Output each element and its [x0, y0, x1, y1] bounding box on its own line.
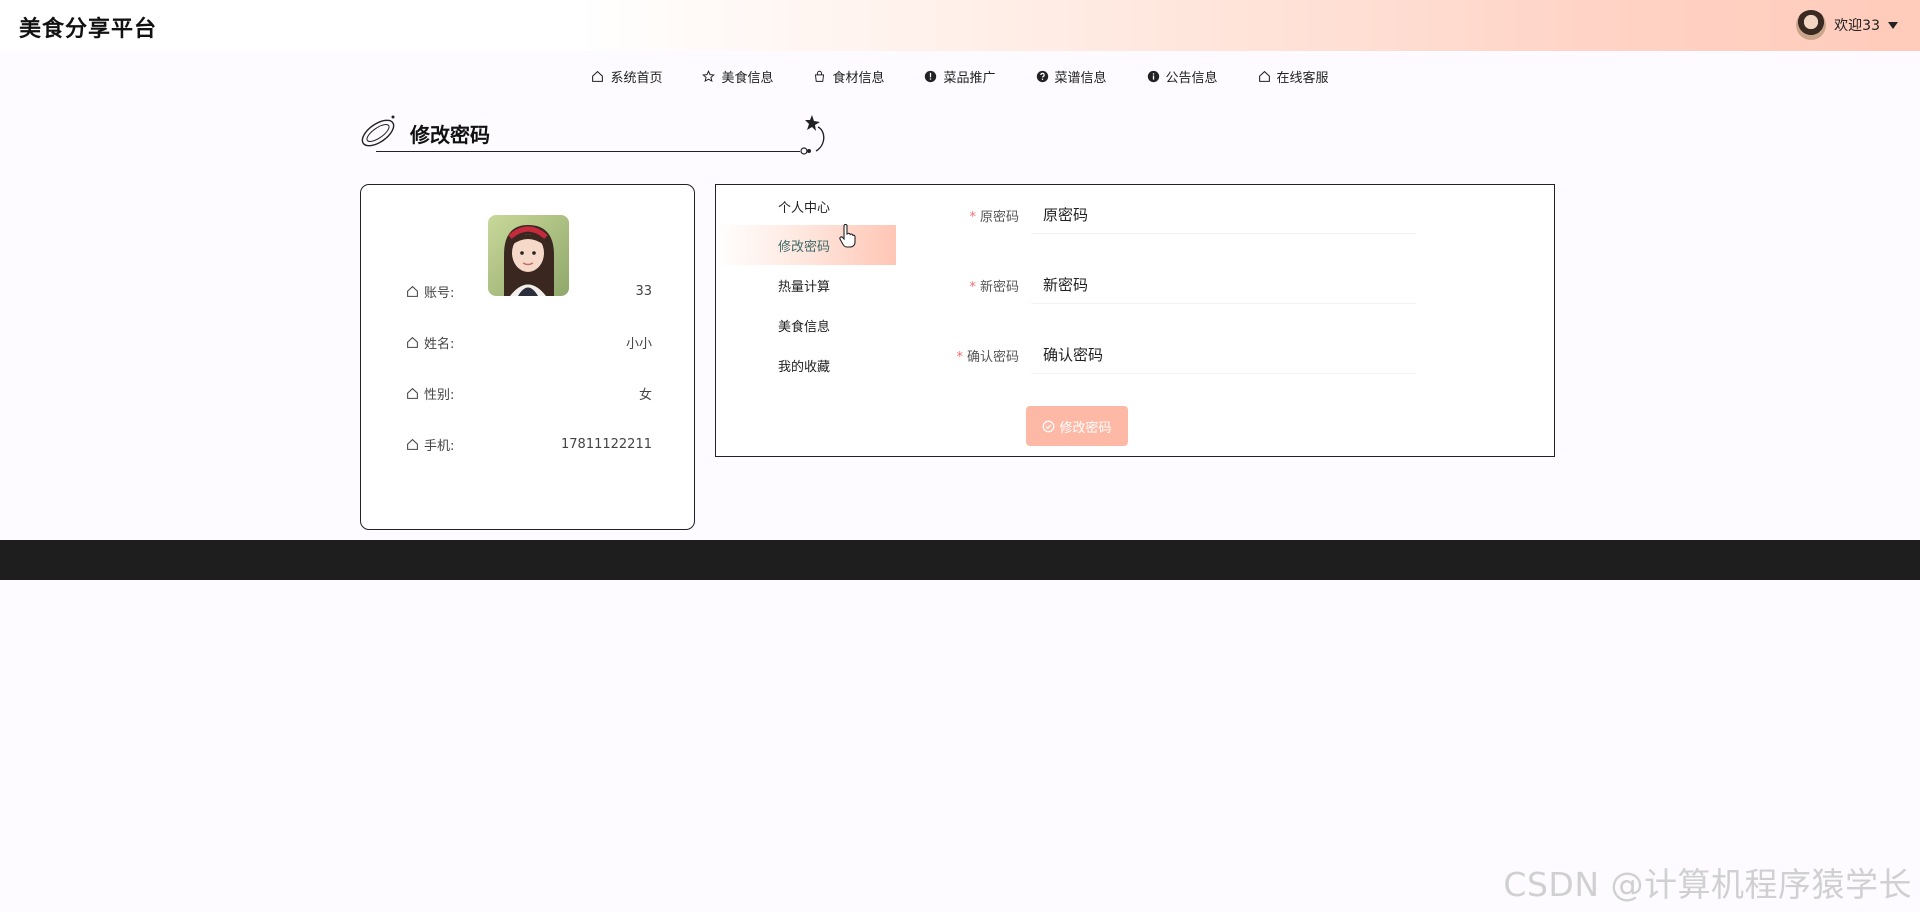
info-row-name: 姓名: 小小	[406, 332, 652, 352]
info-circle-icon	[1147, 70, 1159, 82]
hand-cursor-icon	[839, 224, 856, 248]
home-icon	[407, 387, 418, 399]
gender-value: 女	[638, 387, 652, 403]
alert-circle-icon	[925, 70, 937, 82]
sparkle-decoration-icon	[800, 115, 825, 155]
nav-item-announcements[interactable]: 公告信息	[1127, 64, 1238, 88]
info-row-phone: 手机: 17811122211	[406, 434, 652, 454]
side-item-food-info[interactable]: 美食信息	[716, 305, 896, 345]
bag-icon	[815, 70, 825, 82]
gender-label: 性别:	[424, 387, 455, 403]
info-row-account: 账号: 33	[406, 281, 652, 301]
nav-item-support[interactable]: 在线客服	[1238, 64, 1349, 88]
info-row-gender: 性别: 女	[406, 383, 652, 403]
nav-item-label: 在线客服	[1276, 70, 1329, 86]
side-item-calorie-calc[interactable]: 热量计算	[716, 265, 896, 305]
change-password-button-label: 修改密码	[1059, 420, 1112, 436]
profile-card: 账号: 33 姓名: 小小 性别: 女 手机: 17811122211	[360, 184, 695, 530]
nav-item-ingredients[interactable]: 食材信息	[793, 64, 904, 88]
form-row-confirm-password: * 确认密码	[901, 335, 1416, 375]
side-item-profile[interactable]: 个人中心	[716, 186, 896, 226]
name-label: 姓名:	[424, 336, 455, 352]
ring-decoration-icon	[361, 115, 395, 147]
site-title: 美食分享平台	[19, 17, 158, 42]
check-circle-icon	[1043, 420, 1055, 432]
confirm-password-label: * 确认密码	[956, 349, 1019, 365]
nav-item-recipes[interactable]: 菜谱信息	[1016, 64, 1127, 88]
user-avatar[interactable]	[1796, 10, 1827, 40]
nav-item-promotion[interactable]: 菜品推广	[904, 64, 1015, 88]
footer-bar	[0, 540, 1920, 580]
home-icon	[592, 70, 604, 82]
change-password-button[interactable]: 修改密码	[1026, 406, 1128, 446]
caret-down-icon[interactable]	[1888, 21, 1898, 29]
old-password-input[interactable]	[1031, 196, 1416, 234]
phone-value: 17811122211	[561, 436, 652, 452]
title-underline	[376, 151, 800, 152]
home-icon	[407, 285, 418, 297]
side-item-favorites[interactable]: 我的收藏	[716, 345, 896, 385]
nav-item-label: 菜品推广	[943, 70, 996, 86]
home-icon	[1258, 70, 1270, 82]
account-value: 33	[635, 283, 652, 299]
nav-item-label: 系统首页	[610, 70, 663, 86]
watermark-text: CSDN @计算机程序猿学长	[1503, 865, 1912, 904]
required-mark: *	[969, 279, 976, 295]
home-icon	[407, 438, 418, 450]
top-header: 美食分享平台 欢迎33	[0, 0, 1920, 51]
name-value: 小小	[625, 336, 652, 352]
form-row-old-password: * 原密码	[901, 195, 1416, 235]
nav-item-label: 菜谱信息	[1054, 70, 1107, 86]
page-title: 修改密码	[410, 123, 490, 147]
user-menu[interactable]: 欢迎33	[1796, 9, 1898, 41]
nav-item-label: 公告信息	[1165, 70, 1218, 86]
new-password-label: * 新密码	[969, 279, 1019, 295]
old-password-label: * 原密码	[969, 209, 1019, 225]
main-nav: 系统首页 美食信息 食材信息 菜品推广 菜谱信息 公告信息 在线客服	[0, 64, 1920, 88]
nav-item-food[interactable]: 美食信息	[682, 64, 793, 88]
form-row-new-password: * 新密码	[901, 265, 1416, 305]
nav-item-home[interactable]: 系统首页	[571, 64, 682, 88]
new-password-input[interactable]	[1031, 266, 1416, 304]
page-title-banner: 修改密码	[360, 113, 840, 159]
home-icon	[407, 336, 418, 348]
account-label: 账号:	[424, 285, 455, 301]
required-mark: *	[969, 209, 976, 225]
phone-label: 手机:	[424, 438, 455, 454]
question-circle-icon	[1036, 70, 1048, 82]
star-icon	[702, 69, 716, 82]
confirm-password-input[interactable]	[1031, 336, 1416, 374]
nav-item-label: 食材信息	[832, 70, 885, 86]
user-welcome-text[interactable]: 欢迎33	[1834, 15, 1880, 35]
required-mark: *	[956, 349, 963, 365]
nav-item-label: 美食信息	[721, 70, 774, 86]
side-item-change-password[interactable]: 修改密码	[716, 225, 896, 265]
